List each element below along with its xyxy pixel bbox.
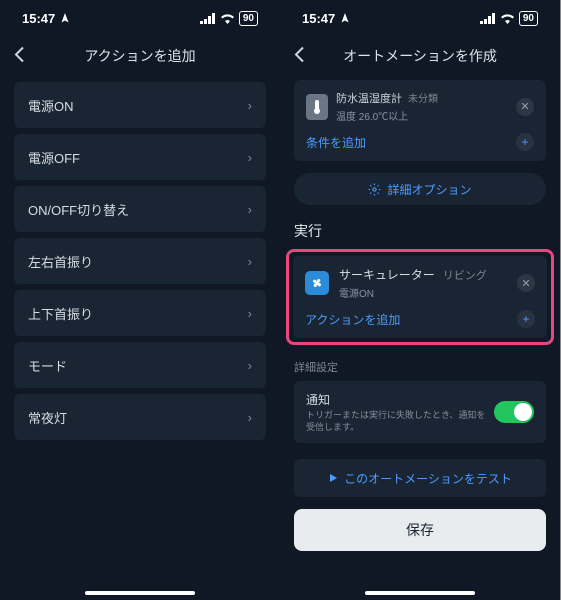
status-time: 15:47 bbox=[302, 11, 335, 26]
back-button[interactable] bbox=[14, 46, 25, 67]
remove-condition-button[interactable]: ✕ bbox=[516, 98, 534, 116]
add-condition-label: 条件を追加 bbox=[306, 134, 366, 151]
condition-detail: 温度 26.0℃以上 bbox=[336, 108, 508, 123]
advanced-options-button[interactable]: 詳細オプション bbox=[294, 173, 546, 205]
status-bar: 15:47 90 bbox=[0, 0, 280, 36]
wifi-icon bbox=[500, 13, 515, 24]
battery-icon: 90 bbox=[239, 11, 258, 26]
plus-icon: + bbox=[517, 310, 535, 328]
save-button[interactable]: 保存 bbox=[294, 509, 546, 551]
left-screen: 15:47 90 アクションを追加 電源ON › 電源OFF › ON/OFF切り替… bbox=[0, 0, 280, 600]
save-label: 保存 bbox=[406, 520, 434, 540]
exec-device-name: サーキュレーター bbox=[339, 268, 435, 282]
exec-section-title: 実行 bbox=[294, 221, 546, 241]
action-label: 常夜灯 bbox=[28, 408, 67, 427]
home-indicator[interactable] bbox=[365, 591, 475, 595]
exec-room: リビング bbox=[443, 270, 487, 282]
gear-icon bbox=[368, 183, 381, 196]
chevron-right-icon: › bbox=[248, 358, 252, 373]
chevron-right-icon: › bbox=[248, 254, 252, 269]
notify-desc: トリガーまたは実行に失敗したとき、通知を受信します。 bbox=[306, 410, 486, 433]
nav-header: オートメーションを作成 bbox=[280, 36, 560, 76]
chevron-right-icon: › bbox=[248, 202, 252, 217]
notification-card: 通知 トリガーまたは実行に失敗したとき、通知を受信します。 bbox=[294, 381, 546, 443]
test-automation-button[interactable]: このオートメーションをテスト bbox=[294, 459, 546, 497]
action-list: 電源ON › 電源OFF › ON/OFF切り替え › 左右首振り › 上下首振り › モ… bbox=[0, 76, 280, 446]
action-row[interactable]: ON/OFF切り替え › bbox=[14, 186, 266, 232]
remove-action-button[interactable]: ✕ bbox=[517, 274, 535, 292]
location-icon bbox=[59, 12, 71, 24]
home-indicator[interactable] bbox=[85, 591, 195, 595]
advanced-options-label: 詳細オプション bbox=[387, 181, 471, 198]
location-icon bbox=[339, 12, 351, 24]
add-action-label: アクションを追加 bbox=[305, 311, 400, 328]
page-title: オートメーションを作成 bbox=[343, 46, 497, 66]
status-bar: 15:47 90 bbox=[280, 0, 560, 36]
add-action-row[interactable]: アクションを追加 + bbox=[305, 310, 535, 328]
nav-header: アクションを追加 bbox=[0, 36, 280, 76]
action-row[interactable]: 常夜灯 › bbox=[14, 394, 266, 440]
chevron-right-icon: › bbox=[248, 410, 252, 425]
wifi-icon bbox=[220, 13, 235, 24]
condition-card: 防水温湿度計未分類 温度 26.0℃以上 ✕ 条件を追加 + bbox=[294, 80, 546, 161]
highlighted-exec-box: サーキュレーターリビング 電源ON ✕ アクションを追加 + bbox=[286, 249, 554, 345]
action-label: 電源ON bbox=[28, 96, 74, 115]
action-row[interactable]: モード › bbox=[14, 342, 266, 388]
action-row[interactable]: 上下首振り › bbox=[14, 290, 266, 336]
chevron-right-icon: › bbox=[248, 150, 252, 165]
plus-icon: + bbox=[516, 133, 534, 151]
back-button[interactable] bbox=[294, 46, 305, 67]
chevron-right-icon: › bbox=[248, 306, 252, 321]
action-row[interactable]: 左右首振り › bbox=[14, 238, 266, 284]
status-time: 15:47 bbox=[22, 11, 55, 26]
signal-icon bbox=[480, 13, 496, 24]
action-label: 上下首振り bbox=[28, 304, 93, 323]
condition-tag: 未分類 bbox=[408, 94, 438, 105]
right-screen: 15:47 90 オートメーションを作成 防水温湿度計未分類 温度 26.0℃以… bbox=[280, 0, 560, 600]
exec-device-row[interactable]: サーキュレーターリビング 電源ON ✕ bbox=[305, 266, 535, 300]
action-label: 左右首振り bbox=[28, 252, 93, 271]
exec-action: 電源ON bbox=[339, 285, 507, 300]
signal-icon bbox=[200, 13, 216, 24]
condition-name: 防水温湿度計 bbox=[336, 93, 402, 105]
test-label: このオートメーションをテスト bbox=[344, 470, 512, 487]
notify-toggle[interactable] bbox=[494, 401, 534, 423]
chevron-left-icon bbox=[294, 46, 305, 64]
condition-row[interactable]: 防水温湿度計未分類 温度 26.0℃以上 ✕ bbox=[306, 90, 534, 123]
action-label: ON/OFF切り替え bbox=[28, 200, 129, 219]
battery-icon: 90 bbox=[519, 11, 538, 26]
detail-section-title: 詳細設定 bbox=[294, 359, 546, 375]
add-condition-row[interactable]: 条件を追加 + bbox=[306, 133, 534, 151]
page-title: アクションを追加 bbox=[84, 46, 195, 66]
action-label: 電源OFF bbox=[28, 148, 80, 167]
thermometer-icon bbox=[306, 94, 328, 120]
action-row[interactable]: 電源ON › bbox=[14, 82, 266, 128]
exec-card: サーキュレーターリビング 電源ON ✕ アクションを追加 + bbox=[293, 256, 547, 338]
chevron-right-icon: › bbox=[248, 98, 252, 113]
fan-icon bbox=[305, 271, 329, 295]
play-icon bbox=[328, 473, 338, 483]
chevron-left-icon bbox=[14, 46, 25, 64]
action-row[interactable]: 電源OFF › bbox=[14, 134, 266, 180]
action-label: モード bbox=[28, 356, 67, 375]
notify-title: 通知 bbox=[306, 391, 486, 408]
